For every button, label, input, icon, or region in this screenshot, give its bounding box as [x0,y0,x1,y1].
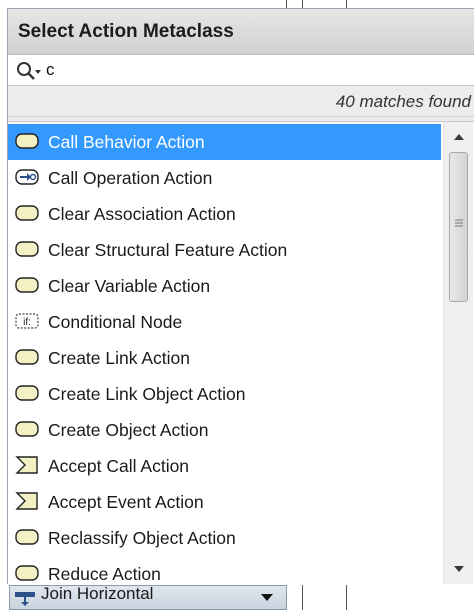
action-icon [15,349,39,365]
scroll-thumb[interactable] [449,152,468,302]
call-operation-icon [15,169,39,185]
chevron-down-icon[interactable] [260,592,274,602]
join-horizontal-dropdown[interactable]: Join Horizontal [9,584,287,610]
list-item[interactable]: Create Object Action [8,412,441,448]
screen: Select Action Metaclass 40 matches found… [0,0,474,610]
search-input[interactable] [46,58,466,82]
conditional-node-icon: if: [15,313,39,329]
list-item-label: Create Link Object Action [48,384,246,404]
action-icon [15,133,39,149]
list-item-label: Accept Call Action [48,456,190,476]
list-item[interactable]: Reclassify Object Action [8,520,441,556]
list-item-label: Create Object Action [48,420,209,440]
matches-bar: 40 matches found [8,87,474,117]
list-item-label: Create Link Action [48,348,191,368]
list-item[interactable]: if: Conditional Node [8,304,441,340]
action-icon [15,529,39,545]
select-metaclass-popup: Select Action Metaclass 40 matches found… [7,8,474,585]
join-horizontal-label: Join Horizontal [41,584,154,603]
list-item[interactable]: Clear Variable Action [8,268,441,304]
scroll-up-arrow-icon[interactable] [444,122,474,150]
list-item-label: Conditional Node [48,312,183,332]
list-item-label: Reduce Action [48,564,161,584]
metaclass-list: Call Behavior Action Call Operation Actio… [8,121,474,585]
join-horizontal-icon [15,592,35,606]
search-bar [8,55,474,86]
list-item[interactable]: Accept Call Action [8,448,441,484]
list-item[interactable]: Clear Association Action [8,196,441,232]
popup-title-bar: Select Action Metaclass [8,9,474,55]
conditional-node-icon-text: if: [23,317,31,328]
action-icon [15,565,39,581]
list-item-label: Call Behavior Action [48,132,205,152]
grip-icon [455,219,463,227]
list-item[interactable]: Clear Structural Feature Action [8,232,441,268]
action-icon [15,205,39,221]
vertical-scrollbar[interactable] [443,122,473,584]
popup-title: Select Action Metaclass [18,21,234,42]
list-item[interactable]: Call Behavior Action [8,124,441,160]
action-icon [15,385,39,401]
list-item-label: Clear Association Action [48,204,236,224]
scroll-down-arrow-icon[interactable] [444,556,474,584]
list-item[interactable]: Reduce Action [8,556,441,585]
list-item[interactable]: Create Link Object Action [8,376,441,412]
action-icon [15,421,39,437]
matches-count: 40 matches found [335,92,471,111]
accept-event-icon [15,456,38,474]
list-item-label: Accept Event Action [48,492,204,512]
search-dropdown-icon[interactable] [16,61,44,81]
action-icon [15,277,39,293]
list-item-label: Clear Structural Feature Action [48,240,288,260]
list-item-label: Call Operation Action [48,168,213,188]
action-icon [15,241,39,257]
list-item[interactable]: Accept Event Action [8,484,441,520]
list-item[interactable]: Call Operation Action [8,160,441,196]
accept-event-icon [15,492,38,510]
list-item[interactable]: Create Link Action [8,340,441,376]
list-item-label: Clear Variable Action [48,276,211,296]
list-item-label: Reclassify Object Action [48,528,236,548]
